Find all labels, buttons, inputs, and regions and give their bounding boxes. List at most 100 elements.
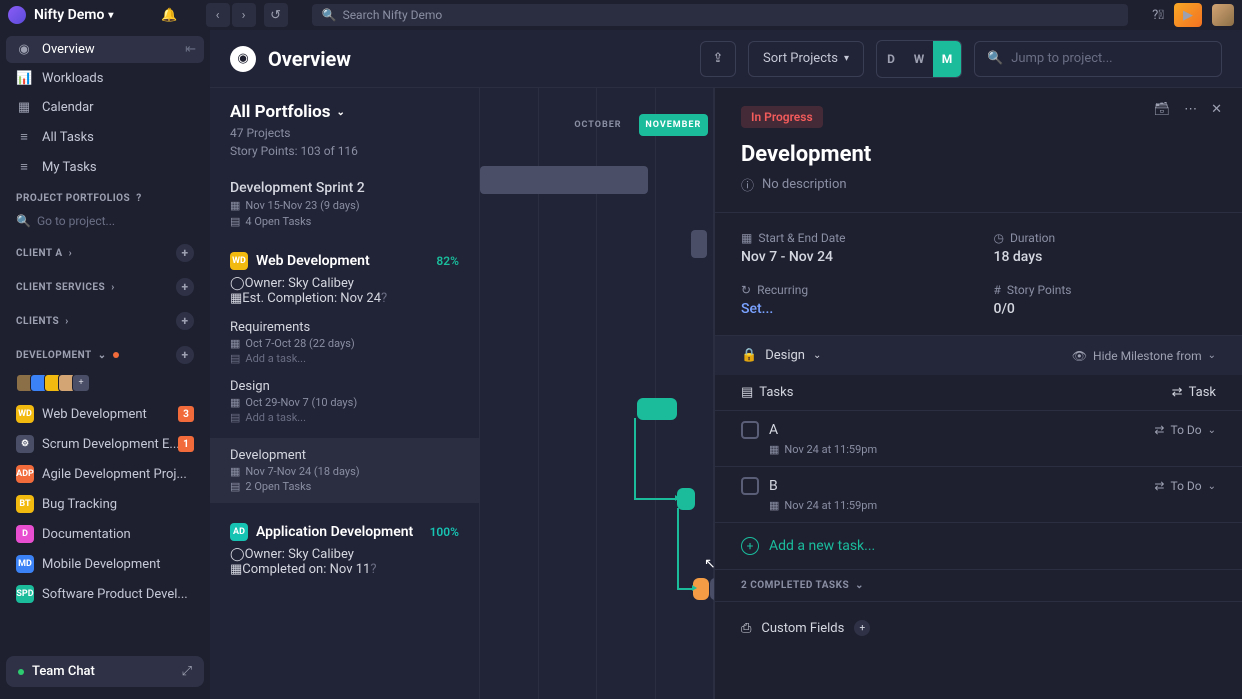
project-bug-tracking[interactable]: BT Bug Tracking: [6, 490, 204, 518]
upgrade-button[interactable]: ▶: [1174, 3, 1202, 27]
project-name: Web Development: [42, 407, 147, 422]
status-badge[interactable]: In Progress: [741, 106, 823, 128]
connector: [634, 498, 676, 500]
section-development[interactable]: DEVELOPMENT: [16, 350, 92, 361]
calendar-icon: ▦: [230, 465, 240, 478]
sprint-card[interactable]: Development Sprint 2 ▦Nov 15-Nov 23 (9 d…: [230, 172, 459, 236]
chevron-down-icon[interactable]: ⌄: [813, 350, 821, 361]
gantt-bar-sprint[interactable]: [691, 230, 707, 258]
collapse-sidebar-icon[interactable]: ⇤: [185, 42, 196, 57]
milestone-design[interactable]: Design ▦Oct 29-Nov 7 (10 days) ▤Add a ta…: [230, 379, 459, 424]
global-search[interactable]: 🔍 Search Nifty Demo: [312, 4, 1128, 26]
project-web-development[interactable]: WD Web Development 3: [6, 400, 204, 428]
milestone-requirements[interactable]: Requirements ▦Oct 7-Oct 28 (22 days) ▤Ad…: [230, 320, 459, 365]
sidebar-item-calendar[interactable]: ▦ Calendar: [6, 94, 204, 121]
section-name[interactable]: Design: [765, 348, 805, 363]
detail-title[interactable]: Development: [715, 128, 1242, 171]
project-documentation[interactable]: D Documentation: [6, 520, 204, 548]
meta-label: Story Points: [1007, 283, 1072, 297]
add-custom-field-button[interactable]: +: [854, 620, 870, 636]
view-mode-month[interactable]: M: [933, 41, 961, 77]
more-icon[interactable]: ⋯: [1184, 102, 1197, 117]
sidebar-item-workloads[interactable]: 📊 Workloads: [6, 65, 204, 92]
member-avatars[interactable]: +: [6, 370, 204, 398]
task-status-dropdown[interactable]: ⇄ To Do ⌄: [1154, 479, 1216, 493]
portfolio-title: All Portfolios: [230, 102, 331, 122]
section-client-services[interactable]: CLIENT SERVICES: [16, 282, 105, 293]
chevron-down-icon: ⌄: [1208, 350, 1216, 361]
add-project-button[interactable]: +: [176, 244, 194, 262]
add-task-link[interactable]: Add a task...: [245, 352, 306, 365]
share-button[interactable]: ⇪: [700, 41, 736, 77]
bell-icon[interactable]: 🔔: [161, 8, 177, 23]
user-icon: ◯: [230, 276, 245, 291]
milestone-development[interactable]: Development ▦Nov 7-Nov 24 (18 days) ▤2 O…: [210, 438, 479, 503]
project-badge: ⚙: [16, 435, 34, 453]
count-badge: 1: [178, 436, 194, 452]
help-icon[interactable]: ?: [136, 193, 141, 204]
tasks-icon: ▤: [741, 385, 753, 400]
team-chat-button[interactable]: Team Chat ⤢: [6, 656, 204, 687]
project-software-product[interactable]: SPD Software Product Devel...: [6, 580, 204, 608]
task-status-dropdown[interactable]: ⇄ To Do ⌄: [1154, 423, 1216, 437]
add-new-task-button[interactable]: + Add a new task...: [715, 523, 1242, 569]
sidebar-item-overview[interactable]: ◉ Overview ⇤: [6, 36, 204, 63]
start-end-date[interactable]: Nov 7 - Nov 24: [741, 249, 964, 265]
jump-to-project-input[interactable]: 🔍 Jump to project...: [974, 41, 1222, 77]
project-header-web-dev[interactable]: WD Web Development 82%: [230, 252, 459, 270]
list-icon: ≡: [16, 129, 32, 145]
task-status: To Do: [1170, 479, 1201, 493]
expand-icon[interactable]: ⤢: [182, 664, 192, 679]
gantt-timeline[interactable]: OCTOBER NOVEMBER: [480, 88, 714, 699]
archive-icon[interactable]: 🗃: [1154, 102, 1171, 117]
forward-button[interactable]: ›: [232, 3, 256, 27]
section-clients[interactable]: CLIENTS: [16, 316, 59, 327]
recurring-set-link[interactable]: Set...: [741, 301, 964, 317]
project-mobile-dev[interactable]: MD Mobile Development: [6, 550, 204, 578]
chevron-down-icon: ⌄: [1208, 425, 1216, 436]
calendar-icon: ▦: [230, 291, 242, 306]
info-icon: ⓘ: [741, 175, 754, 194]
view-mode-week[interactable]: W: [905, 41, 933, 77]
add-project-button[interactable]: +: [176, 346, 194, 364]
project-percent: 100%: [430, 525, 459, 539]
add-project-button[interactable]: +: [176, 312, 194, 330]
view-mode-day[interactable]: D: [877, 41, 905, 77]
lock-icon: 🔒: [741, 348, 757, 363]
meta-label: Recurring: [757, 283, 808, 297]
add-task-button[interactable]: ⇄Task: [1172, 385, 1216, 400]
close-icon[interactable]: ✕: [1211, 102, 1222, 117]
workspace-switcher[interactable]: Nifty Demo ▾: [34, 7, 113, 23]
project-scrum[interactable]: ⚙ Scrum Development E... 1: [6, 430, 204, 458]
completed-tasks-toggle[interactable]: 2 COMPLETED TASKS ⌄: [715, 569, 1242, 602]
gantt-bar-progress[interactable]: [480, 166, 648, 194]
portfolio-selector[interactable]: All Portfolios ⌄: [230, 102, 459, 122]
eye-icon: 👁: [1072, 349, 1087, 363]
sidebar-item-label: Overview: [42, 42, 95, 57]
user-avatar[interactable]: [1212, 4, 1234, 26]
history-button[interactable]: ↺: [264, 3, 288, 27]
sort-projects-button[interactable]: Sort Projects ▾: [748, 41, 864, 77]
task-row[interactable]: A ⇄ To Do ⌄ ▦Nov 24 at 11:59pm: [715, 411, 1242, 467]
task-checkbox[interactable]: [741, 477, 759, 495]
info-icon[interactable]: ?: [370, 562, 376, 577]
hide-milestone-toggle[interactable]: 👁 Hide Milestone from ⌄: [1072, 349, 1216, 363]
info-icon[interactable]: ?: [381, 291, 387, 306]
project-badge: BT: [16, 495, 34, 513]
gantt-bar-requirements[interactable]: [637, 398, 677, 420]
add-project-button[interactable]: +: [176, 278, 194, 296]
task-row[interactable]: B ⇄ To Do ⌄ ▦Nov 24 at 11:59pm: [715, 467, 1242, 523]
add-task-link[interactable]: Add a task...: [245, 411, 306, 424]
back-button[interactable]: ‹: [206, 3, 230, 27]
project-header-app-dev[interactable]: AD Application Development 100%: [230, 523, 459, 541]
app-logo[interactable]: [8, 6, 26, 24]
sidebar-item-all-tasks[interactable]: ≡ All Tasks: [6, 123, 204, 151]
task-checkbox[interactable]: [741, 421, 759, 439]
section-client-a[interactable]: CLIENT A: [16, 248, 63, 259]
story-points-value[interactable]: 0/0: [994, 301, 1217, 317]
project-agile[interactable]: ADP Agile Development Proj...: [6, 460, 204, 488]
sidebar-item-my-tasks[interactable]: ≡ My Tasks: [6, 153, 204, 181]
help-icon[interactable]: ?⃝: [1152, 8, 1164, 23]
project-search[interactable]: 🔍 Go to project...: [6, 210, 204, 232]
detail-description[interactable]: No description: [762, 177, 847, 192]
